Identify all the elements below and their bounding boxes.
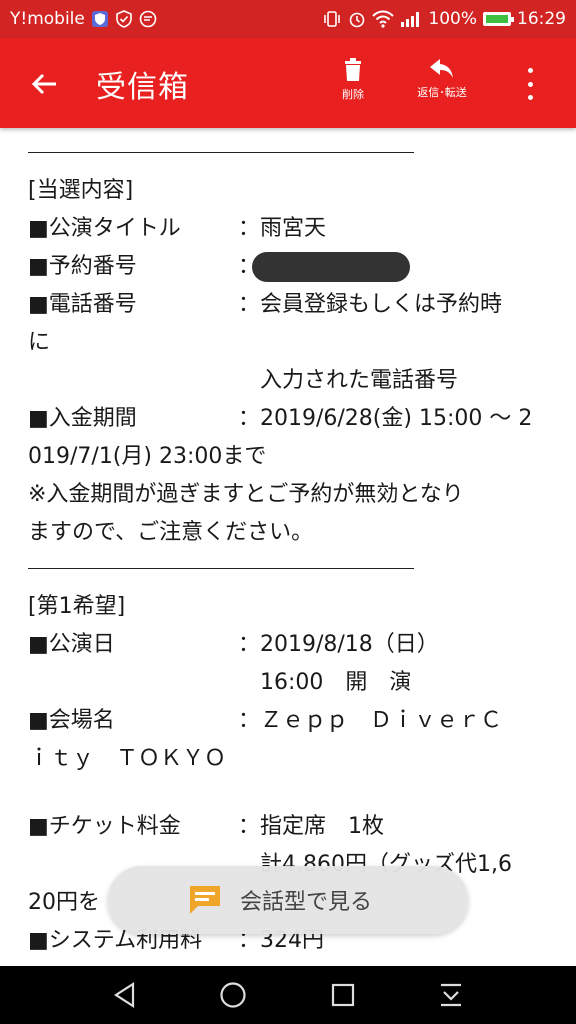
reply-forward-label: 返信･転送 <box>417 86 467 99</box>
value-phone-cont: 入力された電話番号 <box>260 368 459 393</box>
battery-icon <box>483 12 514 26</box>
nav-back-button[interactable] <box>110 980 140 1010</box>
arrow-left-icon <box>31 73 56 95</box>
note-line-2: ますので、ご注意ください。 <box>28 520 314 545</box>
label-phone: ■電話番号 <box>28 292 137 317</box>
value-payment-wrap: 019/7/1(月) 23:00まで <box>28 444 267 469</box>
note-line-1: ※入金期間が過ぎますとご予約が無効となり <box>28 482 464 507</box>
conversation-view-label: 会話型で見る <box>240 890 373 915</box>
conversation-view-button[interactable]: 会話型で見る <box>108 866 468 934</box>
redacted-reservation-number <box>252 252 410 282</box>
section-header-winning: [当選内容] <box>28 178 134 203</box>
chat-bubble-icon <box>188 884 222 920</box>
square-recents-icon <box>331 983 355 1007</box>
value-venue: Ｚｅｐｐ ＤｉｖｅｒＣ <box>260 708 503 733</box>
delete-label: 削除 <box>342 88 364 101</box>
label-venue: ■会場名 <box>28 708 115 733</box>
value-phone-wrap: に <box>28 330 51 355</box>
divider <box>28 568 414 569</box>
delete-button[interactable]: 削除 <box>336 58 370 102</box>
value-time: 16:00 開 演 <box>260 670 412 695</box>
section-header-choice: [第1希望] <box>28 594 126 619</box>
nav-recents-button[interactable] <box>328 980 358 1010</box>
vibrate-icon <box>322 10 342 28</box>
status-bar: Y!mobile 100% 16:29 <box>0 0 576 38</box>
value-venue-wrap: ｉｔｙ ＴＯＫＹＯ <box>28 746 227 771</box>
pull-down-icon <box>441 983 461 1007</box>
label-payment: ■入金期間 <box>28 406 137 431</box>
label-reservation: ■予約番号 <box>28 254 137 279</box>
navigation-bar <box>0 966 576 1024</box>
alarm-icon <box>348 10 366 28</box>
vpn-shield-icon <box>91 10 109 28</box>
value-phone: 会員登録もしくは予約時 <box>260 292 503 317</box>
more-vert-icon <box>527 68 533 73</box>
value-date: 2019/8/18（日） <box>260 632 439 657</box>
back-button[interactable] <box>24 64 64 104</box>
label-date: ■公演日 <box>28 632 115 657</box>
battery-percent: 100% <box>428 9 477 29</box>
app-bar: 受信箱 削除 返信･転送 <box>0 38 576 128</box>
circle-home-icon <box>220 982 246 1008</box>
email-body: [当選内容] ■公演タイトル ： 雨宮天 ■予約番号 ： ■電話番号 ： 会員登… <box>0 128 576 966</box>
nav-notifications-button[interactable] <box>436 980 466 1010</box>
more-options-button[interactable] <box>518 68 542 100</box>
trash-icon <box>345 58 361 81</box>
carrier-name: Y!mobile <box>10 9 85 29</box>
reply-icon <box>430 59 453 78</box>
wifi-icon <box>372 10 395 28</box>
reply-forward-button[interactable]: 返信･転送 <box>410 58 474 100</box>
clock: 16:29 <box>517 9 566 29</box>
label-ticket: ■チケット料金 <box>28 814 181 839</box>
value-payment: 2019/6/28(金) 15:00 ～ 2 <box>260 406 533 431</box>
value-ticket: 指定席 1枚 <box>260 814 384 839</box>
page-title: 受信箱 <box>96 70 189 105</box>
triangle-back-icon <box>113 982 135 1008</box>
value-ticket-wrap: 20円を <box>28 890 100 915</box>
signal-icon <box>400 11 422 27</box>
divider <box>28 152 414 153</box>
value-title: 雨宮天 <box>260 216 327 241</box>
message-notification-icon <box>139 10 157 28</box>
security-check-icon <box>115 10 133 28</box>
label-title: ■公演タイトル <box>28 216 181 241</box>
nav-home-button[interactable] <box>218 980 248 1010</box>
